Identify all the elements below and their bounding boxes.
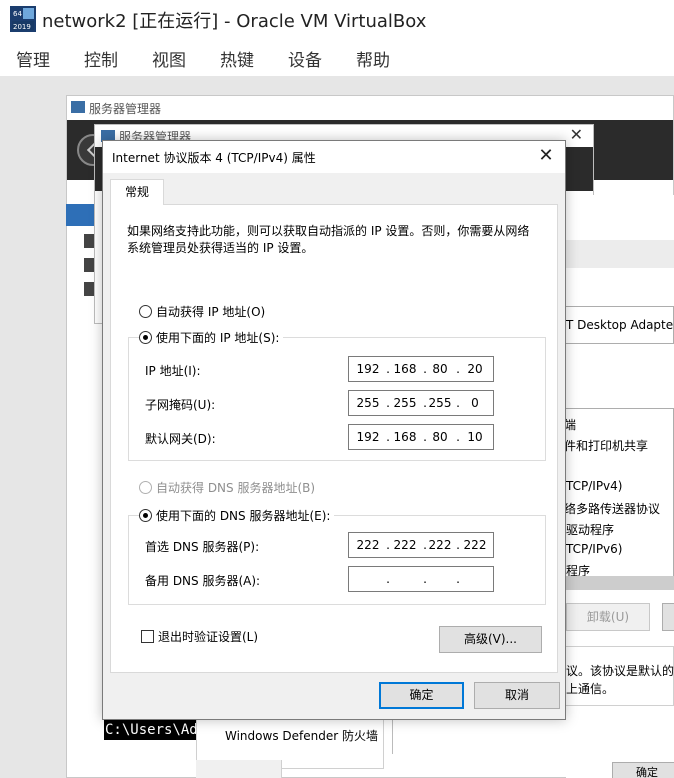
menu-hotkeys[interactable]: 热键	[220, 46, 254, 71]
uninstall-button[interactable]: 卸载(U)	[566, 603, 650, 631]
window-title: network2 [正在运行] - Oracle VM VirtualBox	[42, 11, 427, 32]
virtualbox-logo-icon: 64 2019	[10, 6, 36, 32]
ip-octet: 192	[356, 362, 380, 376]
gateway-field[interactable]: 192 . 168 . 80 . 10	[348, 424, 494, 450]
server-manager-icon	[71, 101, 85, 113]
subnet-mask-label: 子网掩码(U):	[145, 398, 216, 412]
gateway-label: 默认网关(D):	[145, 432, 216, 446]
validate-settings-checkbox[interactable]: 退出时验证设置(L)	[141, 628, 258, 645]
component-item[interactable]: 驱动程序	[566, 521, 614, 538]
ip-octet: 222	[393, 538, 417, 552]
manual-dns-label: 使用下面的 DNS 服务器地址(E):	[156, 508, 331, 523]
ip-octet: 20	[467, 362, 483, 376]
auto-dns-option[interactable]: 自动获得 DNS 服务器地址(B)	[139, 478, 315, 496]
menu-view[interactable]: 视图	[152, 46, 186, 71]
auto-ip-label: 自动获得 IP 地址(O)	[156, 304, 266, 319]
manual-ip-label: 使用下面的 IP 地址(S):	[156, 330, 280, 345]
menu-devices[interactable]: 设备	[288, 46, 322, 71]
command-prompt[interactable]: C:\Users\Adm	[104, 720, 196, 740]
close-icon[interactable]: ✕	[570, 125, 583, 144]
close-icon[interactable]: ✕	[535, 145, 557, 167]
svg-text:2019: 2019	[13, 23, 31, 31]
ip-octet: 222	[356, 538, 380, 552]
ip-octet: 0	[471, 396, 479, 410]
adapter-ok-button[interactable]: 确定	[612, 762, 674, 778]
component-item[interactable]: TCP/IPv4)	[566, 479, 622, 493]
ip-address-field[interactable]: 192 . 168 . 80 . 20	[348, 356, 494, 382]
preferred-dns-label: 首选 DNS 服务器(P):	[145, 540, 260, 554]
checkbox-icon[interactable]	[141, 630, 154, 643]
svg-text:64: 64	[13, 10, 22, 18]
tab-general[interactable]: 常规	[110, 179, 164, 205]
ok-button[interactable]: 确定	[379, 682, 464, 709]
ip-octet: 192	[356, 430, 380, 444]
component-item[interactable]: 件和打印机共享	[564, 437, 648, 454]
ip-octet: 255	[356, 396, 380, 410]
ip-octet: 222	[428, 538, 452, 552]
tcpipv4-properties-dialog[interactable]: Internet 协议版本 4 (TCP/IPv4) 属性 ✕ 常规 如果网络支…	[102, 140, 566, 720]
vbox-titlebar: 64 2019 network2 [正在运行] - Oracle VM Virt…	[0, 0, 674, 38]
radio-icon[interactable]	[139, 480, 152, 494]
ip-octet: 10	[467, 430, 483, 444]
description-line: 上通信。	[566, 682, 615, 696]
ip-octet: 255	[428, 396, 452, 410]
manual-ip-option[interactable]: 使用下面的 IP 地址(S):	[139, 328, 284, 346]
radio-icon[interactable]	[139, 304, 152, 318]
ip-octet: 80	[432, 362, 448, 376]
radio-checked-icon[interactable]	[139, 330, 152, 344]
auto-ip-option[interactable]: 自动获得 IP 地址(O)	[139, 302, 265, 320]
component-item[interactable]: 络多路传送器协议	[564, 500, 660, 517]
radio-checked-icon[interactable]	[139, 508, 152, 522]
validate-settings-label: 退出时验证设置(L)	[158, 630, 259, 644]
alternate-dns-field[interactable]: . . .	[348, 566, 494, 592]
manual-dns-option[interactable]: 使用下面的 DNS 服务器地址(E):	[139, 506, 335, 524]
dialog-titlebar: Internet 协议版本 4 (TCP/IPv4) 属性 ✕	[103, 141, 565, 173]
menu-help[interactable]: 帮助	[356, 46, 390, 71]
vbox-menubar: 管理 控制 视图 热键 设备 帮助	[0, 38, 674, 76]
advanced-button[interactable]: 高级(V)...	[439, 626, 542, 653]
ip-address-label: IP 地址(I):	[145, 364, 201, 378]
general-tab-panel: 如果网络支持此功能，则可以获取自动指派的 IP 设置。否则，你需要从网络系统管理…	[110, 204, 558, 673]
subnet-mask-field[interactable]: 255 . 255 . 255 . 0	[348, 390, 494, 416]
server-manager-titlebar: 服务器管理器	[67, 96, 673, 120]
properties-button[interactable]	[662, 603, 674, 631]
description-text: 如果网络支持此功能，则可以获取自动指派的 IP 设置。否则，你需要从网络系统管理…	[127, 224, 530, 255]
ip-dot: .	[456, 572, 460, 586]
ip-dot: .	[386, 572, 390, 586]
dialog-title: Internet 协议版本 4 (TCP/IPv4) 属性	[112, 151, 316, 165]
ip-octet: 80	[432, 430, 448, 444]
ip-octet: 255	[393, 396, 417, 410]
server-manager-title: 服务器管理器	[89, 102, 162, 116]
alternate-dns-label: 备用 DNS 服务器(A):	[145, 574, 261, 588]
background-strip	[196, 760, 282, 778]
ip-octet: 168	[393, 430, 417, 444]
menu-control[interactable]: 控制	[84, 46, 118, 71]
defender-label: Windows Defender 防火墙	[225, 729, 378, 743]
component-item[interactable]: TCP/IPv6)	[566, 542, 622, 556]
adapter-name: T Desktop Adapter	[566, 318, 674, 332]
ip-octet: 222	[463, 538, 487, 552]
ip-octet: 168	[393, 362, 417, 376]
description-line: 议。该协议是默认的广	[566, 664, 674, 678]
cancel-button[interactable]: 取消	[474, 682, 560, 709]
menu-manage[interactable]: 管理	[16, 46, 50, 71]
ip-dot: .	[423, 572, 427, 586]
auto-dns-label: 自动获得 DNS 服务器地址(B)	[156, 480, 316, 495]
adapter-tab-strip	[566, 240, 674, 268]
preferred-dns-field[interactable]: 222 . 222 . 222 . 222	[348, 532, 494, 558]
horizontal-scrollbar[interactable]	[556, 576, 674, 590]
